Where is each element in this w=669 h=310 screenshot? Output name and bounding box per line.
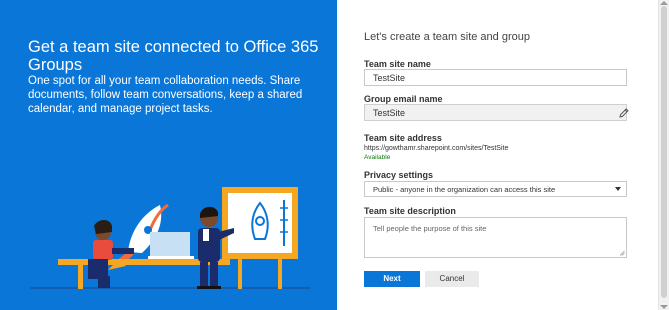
team-illustration [30, 187, 310, 289]
scrollbar-thumb[interactable] [661, 6, 667, 298]
form-subtitle: Let's create a team site and group [364, 31, 530, 43]
group-email-label: Group email name [364, 94, 443, 104]
hero-panel: Get a team site connected to Office 365 … [0, 0, 337, 310]
site-address-url: https://gowthamr.sharepoint.com/sites/Te… [364, 145, 509, 152]
edit-pencil-icon[interactable] [618, 107, 630, 119]
cancel-button[interactable]: Cancel [425, 271, 479, 287]
site-description-textarea[interactable]: Tell people the purpose of this site [364, 217, 627, 258]
privacy-selected-value: Public - anyone in the organization can … [373, 185, 556, 194]
site-address-label: Team site address [364, 133, 442, 143]
vertical-scrollbar[interactable] [658, 0, 669, 310]
site-name-label: Team site name [364, 59, 431, 69]
site-name-input[interactable]: TestSite [364, 69, 627, 86]
next-button[interactable]: Next [364, 271, 420, 287]
privacy-settings-select[interactable]: Public - anyone in the organization can … [364, 181, 627, 197]
scroll-down-icon[interactable] [660, 305, 668, 309]
resize-grip-icon[interactable] [619, 250, 625, 256]
privacy-settings-label: Privacy settings [364, 170, 434, 180]
group-email-input[interactable]: TestSite [364, 104, 627, 121]
availability-status: Available [364, 154, 391, 161]
seated-person-illustration [88, 220, 134, 288]
site-description-label: Team site description [364, 206, 456, 216]
dropdown-caret-icon [615, 187, 621, 191]
whiteboard-illustration [222, 187, 298, 289]
scroll-up-icon[interactable] [660, 1, 668, 5]
site-description-placeholder: Tell people the purpose of this site [373, 224, 487, 233]
create-site-form: Let's create a team site and group Team … [337, 0, 659, 310]
